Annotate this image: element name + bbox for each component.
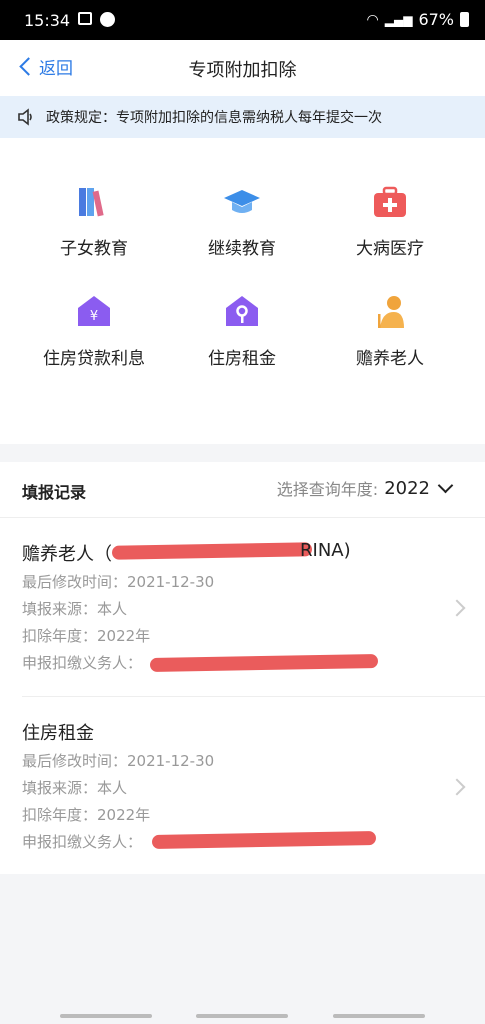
policy-text: 政策规定：专项附加扣除的信息需纳税人每年提交一次 <box>46 110 382 126</box>
category-grid: 子女教育 继续教育 大病医疗 ¥ 住房贷款利息 住房租金 赡养老人 <box>0 138 485 444</box>
record-name-suffix: RINA) <box>300 540 351 561</box>
record-name: 赡养老人（ <box>22 544 112 565</box>
category-housing-loan-interest[interactable]: ¥ 住房贷款利息 <box>24 292 164 369</box>
record-source: 填报来源：本人 <box>22 600 128 618</box>
category-children-education[interactable]: 子女教育 <box>24 182 164 259</box>
nav-gesture-bar <box>60 1014 152 1018</box>
filing-records: 填报记录 选择查询年度: 2022 赡养老人（ RINA) 最后修改时间：202… <box>0 462 485 874</box>
elderly-person-icon <box>378 296 404 328</box>
books-icon <box>79 188 104 217</box>
nav-gesture-bar <box>196 1014 288 1018</box>
category-serious-illness[interactable]: 大病医疗 <box>320 182 460 259</box>
record-source: 填报来源：本人 <box>22 779 128 797</box>
gallery-icon <box>78 12 92 25</box>
status-bar: 15:34 ◠ ▂▄▆ 67% <box>0 0 485 40</box>
record-item-elderly-support[interactable]: 赡养老人（ RINA) 最后修改时间：2021-12-30 填报来源：本人 扣除… <box>0 518 485 696</box>
record-item-housing-rent[interactable]: 住房租金 最后修改时间：2021-12-30 填报来源：本人 扣除年度：2022… <box>0 697 485 875</box>
graduation-cap-icon <box>224 190 260 213</box>
redaction-scribble <box>111 542 313 560</box>
speaker-icon <box>18 108 32 126</box>
nav-bar: 返回 专项附加扣除 <box>0 40 485 96</box>
account-icon <box>100 12 115 27</box>
chevron-down-icon <box>437 477 454 494</box>
category-elderly-support[interactable]: 赡养老人 <box>320 292 460 369</box>
chevron-right-icon <box>448 778 466 796</box>
wifi-icon: ◠ <box>366 11 379 28</box>
nav-gesture-bar <box>333 1014 425 1018</box>
record-modified-time: 最后修改时间：2021-12-30 <box>22 573 215 591</box>
redaction-scribble <box>151 831 377 849</box>
redaction-scribble <box>149 654 379 672</box>
battery-level: 67% <box>418 10 454 29</box>
medical-kit-icon <box>374 186 406 217</box>
signal-icon: ▂▄▆ <box>384 12 413 27</box>
record-modified-time: 最后修改时间：2021-12-30 <box>22 752 215 770</box>
records-header: 填报记录 选择查询年度: 2022 <box>0 462 485 518</box>
svg-text:¥: ¥ <box>90 309 98 324</box>
policy-notice: 政策规定：专项附加扣除的信息需纳税人每年提交一次 <box>0 96 485 138</box>
records-title: 填报记录 <box>22 483 87 502</box>
house-key-icon <box>226 296 258 326</box>
house-yuan-icon: ¥ <box>78 296 110 326</box>
record-withholder: 申报扣缴义务人： <box>22 654 143 672</box>
record-deduct-year: 扣除年度：2022年 <box>22 627 151 645</box>
year-selector-label: 选择查询年度: <box>276 480 379 499</box>
record-deduct-year: 扣除年度：2022年 <box>22 806 151 824</box>
year-selector[interactable]: 选择查询年度: 2022 <box>276 476 454 500</box>
page-title: 专项附加扣除 <box>188 60 297 81</box>
record-name: 住房租金 <box>22 723 94 744</box>
record-withholder: 申报扣缴义务人： <box>22 833 143 851</box>
chevron-right-icon <box>448 599 466 617</box>
battery-icon <box>460 12 469 27</box>
category-continuing-education[interactable]: 继续教育 <box>172 182 312 259</box>
year-selector-value: 2022 <box>384 477 430 499</box>
status-time: 15:34 <box>24 11 71 30</box>
category-housing-rent[interactable]: 住房租金 <box>172 292 312 369</box>
